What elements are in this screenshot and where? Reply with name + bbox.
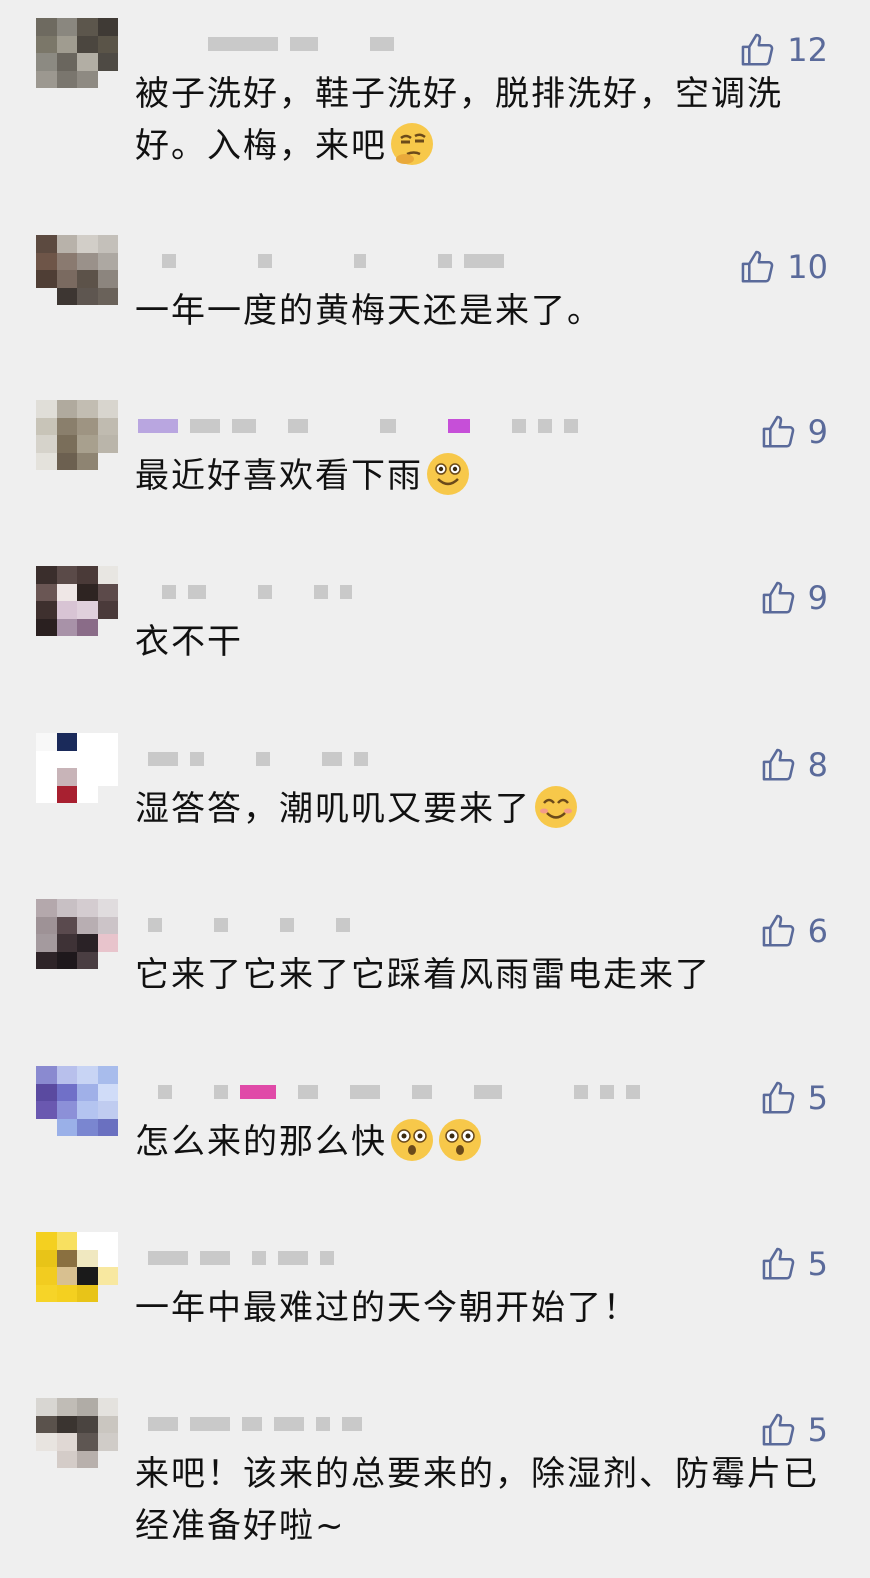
comment-text: 它来了它来了它踩着风雨雷电走来了 — [135, 955, 711, 995]
like-count: 5 — [807, 1411, 828, 1449]
avatar[interactable] — [36, 1398, 118, 1468]
astonished-face-emoji — [391, 1119, 433, 1161]
grinning-face-emoji — [427, 453, 469, 495]
username-redacted[interactable] — [138, 1246, 346, 1270]
like-count: 8 — [807, 746, 828, 784]
comment-text-wrap: 被子洗好，鞋子洗好，脱排洗好，空调洗好。入梅，来吧 — [135, 68, 825, 172]
avatar[interactable] — [36, 18, 118, 88]
like-count: 5 — [807, 1079, 828, 1117]
like-count: 6 — [807, 912, 828, 950]
comment-text: 最近好喜欢看下雨 — [135, 456, 423, 496]
comment-text-wrap: 最近好喜欢看下雨 — [135, 450, 825, 502]
like-count: 9 — [807, 579, 828, 617]
username-redacted[interactable] — [138, 414, 590, 438]
like-button[interactable]: 8 — [760, 743, 828, 787]
astonished-face-emoji — [439, 1119, 481, 1161]
comment-text: 一年一度的黄梅天还是来了。 — [135, 291, 603, 331]
avatar[interactable] — [36, 733, 118, 803]
thumbs-up-icon — [762, 1247, 794, 1280]
like-button[interactable]: 5 — [760, 1076, 828, 1120]
like-count: 10 — [787, 248, 828, 286]
avatar[interactable] — [36, 235, 118, 305]
thinking-face-emoji — [391, 123, 433, 165]
username-redacted[interactable] — [138, 32, 406, 56]
smiling-face-emoji — [535, 786, 577, 828]
thumbs-up-icon — [762, 914, 794, 947]
avatar[interactable] — [36, 1232, 118, 1302]
username-redacted[interactable] — [138, 747, 380, 771]
like-count: 5 — [807, 1245, 828, 1283]
thumbs-up-icon — [762, 1413, 794, 1446]
comment-text: 衣不干 — [135, 622, 243, 662]
comment-text: 湿答答，潮叽叽又要来了 — [135, 789, 531, 829]
comment-text-wrap: 一年一度的黄梅天还是来了。 — [135, 285, 825, 337]
avatar[interactable] — [36, 899, 118, 969]
username-redacted[interactable] — [138, 913, 362, 937]
comment-text-wrap: 它来了它来了它踩着风雨雷电走来了 — [135, 949, 825, 1001]
username-redacted[interactable] — [138, 249, 516, 273]
comment-text: 一年中最难过的天今朝开始了！ — [135, 1288, 639, 1328]
username-redacted[interactable] — [138, 1412, 374, 1436]
like-button[interactable]: 10 — [739, 245, 828, 289]
like-count: 12 — [787, 31, 828, 69]
like-count: 9 — [807, 413, 828, 451]
like-button[interactable]: 9 — [760, 410, 828, 454]
comment-text-wrap: 衣不干 — [135, 616, 825, 668]
thumbs-up-icon — [762, 415, 794, 448]
comment-text-wrap: 湿答答，潮叽叽又要来了 — [135, 783, 825, 835]
comment-text: 怎么来的那么快 — [135, 1122, 387, 1162]
like-button[interactable]: 5 — [760, 1408, 828, 1452]
avatar[interactable] — [36, 400, 118, 470]
comment-text-wrap: 来吧！该来的总要来的，除湿剂、防霉片已经准备好啦~ — [135, 1448, 825, 1552]
username-redacted[interactable] — [138, 580, 364, 604]
avatar[interactable] — [36, 566, 118, 636]
thumbs-up-icon — [741, 250, 774, 283]
thumbs-up-icon — [762, 748, 794, 781]
comment-text-wrap: 怎么来的那么快 — [135, 1116, 825, 1168]
comment-text: 来吧！该来的总要来的，除湿剂、防霉片已经准备好啦~ — [135, 1454, 819, 1546]
thumbs-up-icon — [741, 33, 774, 66]
comment-text: 被子洗好，鞋子洗好，脱排洗好，空调洗好。入梅，来吧 — [135, 74, 783, 166]
like-button[interactable]: 12 — [739, 28, 828, 72]
like-button[interactable]: 6 — [760, 909, 828, 953]
thumbs-up-icon — [762, 1081, 794, 1114]
comment-text-wrap: 一年中最难过的天今朝开始了！ — [135, 1282, 825, 1334]
avatar[interactable] — [36, 1066, 118, 1136]
thumbs-up-icon — [762, 581, 794, 614]
like-button[interactable]: 9 — [760, 576, 828, 620]
username-redacted[interactable] — [138, 1080, 652, 1104]
like-button[interactable]: 5 — [760, 1242, 828, 1286]
